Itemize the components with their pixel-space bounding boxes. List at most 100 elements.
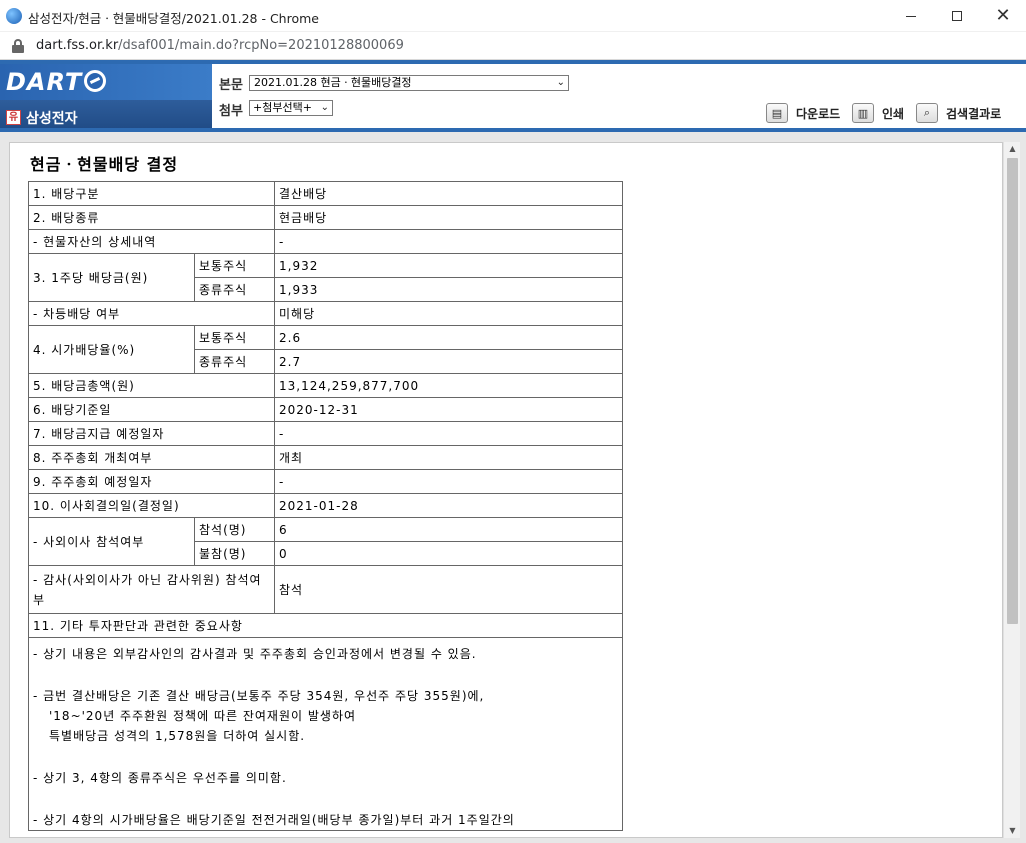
note-line: - 상기 3, 4항의 종류주식은 우선주를 의미함. bbox=[33, 771, 287, 785]
row-value: 2.6 bbox=[274, 325, 623, 350]
row-value: 2.7 bbox=[274, 349, 623, 374]
row-value: 13,124,259,877,700 bbox=[274, 373, 623, 398]
scroll-down-icon[interactable]: ▼ bbox=[1004, 824, 1021, 838]
note-line: '18~'20년 주주환원 정책에 따른 잔여재원이 발생하여 bbox=[49, 709, 357, 723]
table-row: 6. 배당기준일 2020-12-31 bbox=[28, 397, 623, 422]
row-label: - 감사(사외이사가 아닌 감사위원) 참석여부 bbox=[28, 565, 275, 614]
row-label: - 사외이사 참석여부 bbox=[28, 517, 195, 566]
row-label: 11. 기타 투자판단과 관련한 중요사항 bbox=[28, 613, 623, 638]
back-to-search-label: 검색결과로 bbox=[946, 106, 1002, 121]
attachment-select-value: +첨부선택+ bbox=[253, 101, 312, 114]
download-button[interactable]: ▤ 다운로드 bbox=[766, 102, 840, 124]
table-row: - 감사(사외이사가 아닌 감사위원) 참석여부 참석 bbox=[28, 565, 623, 614]
row-sublabel: 보통주식 bbox=[194, 253, 275, 278]
row-label: - 차등배당 여부 bbox=[28, 301, 275, 326]
row-value: 미해당 bbox=[274, 301, 623, 326]
table-row: 2. 배당종류 현금배당 bbox=[28, 205, 623, 230]
table-row: 3. 1주당 배당금(원) 보통주식 1,932 bbox=[28, 253, 623, 302]
minimize-icon bbox=[906, 15, 916, 17]
market-badge: 유 bbox=[6, 110, 21, 125]
table-row: - 차등배당 여부 미해당 bbox=[28, 301, 623, 326]
row-label: 8. 주주총회 개최여부 bbox=[28, 445, 275, 470]
dart-logo-text: DART bbox=[6, 68, 83, 96]
row-value: 1,932 bbox=[274, 253, 623, 278]
chevron-down-icon: ⌄ bbox=[320, 102, 329, 113]
table-row: 4. 시가배당율(%) 보통주식 2.6 bbox=[28, 325, 623, 374]
row-value: 2021-01-28 bbox=[274, 493, 623, 518]
download-icon: ▤ bbox=[766, 103, 788, 123]
table-row: - 사외이사 참석여부 참석(명) 6 bbox=[28, 517, 623, 566]
note-line: - 상기 내용은 외부감사인의 감사결과 및 주주총회 승인과정에서 변경될 수… bbox=[33, 647, 477, 661]
row-value: 1,933 bbox=[274, 277, 623, 302]
dart-logo[interactable]: DART bbox=[0, 64, 212, 100]
table-row: 5. 배당금총액(원) 13,124,259,877,700 bbox=[28, 373, 623, 398]
attachment-label: 첨부 bbox=[219, 104, 243, 119]
dividend-table: 1. 배당구분 결산배당 2. 배당종류 현금배당 - 현물자산의 상세내역 -… bbox=[28, 181, 623, 831]
row-sublabel: 종류주식 bbox=[194, 349, 275, 374]
row-label: 2. 배당종류 bbox=[28, 205, 275, 230]
notes-cell: - 상기 내용은 외부감사인의 감사결과 및 주주총회 승인과정에서 변경될 수… bbox=[28, 637, 623, 831]
download-label: 다운로드 bbox=[796, 106, 841, 121]
company-name: 삼성전자 bbox=[26, 111, 78, 127]
scrollbar-thumb[interactable] bbox=[1007, 158, 1018, 624]
row-value: 6 bbox=[274, 517, 623, 542]
row-value: 현금배당 bbox=[274, 205, 623, 230]
close-icon: ✕ bbox=[995, 5, 1011, 26]
address-bar[interactable]: dart.fss.or.kr/dsaf001/main.do?rcpNo=202… bbox=[0, 32, 1026, 60]
print-button[interactable]: ▥ 인쇄 bbox=[852, 102, 904, 124]
main-doc-label: 본문 bbox=[219, 78, 243, 93]
vertical-scrollbar[interactable]: ▲ ▼ bbox=[1003, 142, 1020, 838]
scroll-up-icon[interactable]: ▲ bbox=[1004, 142, 1021, 156]
row-value: 0 bbox=[274, 541, 623, 566]
back-to-search-button[interactable]: ⌕ 검색결과로 bbox=[916, 102, 1001, 124]
dart-logo-mark-icon bbox=[84, 70, 106, 92]
minimize-button[interactable] bbox=[888, 0, 934, 32]
row-value: 2020-12-31 bbox=[274, 397, 623, 422]
table-row: 9. 주주총회 예정일자 - bbox=[28, 469, 623, 494]
row-value: - bbox=[274, 421, 623, 446]
window-title: 삼성전자/현금ㆍ현물배당결정/2021.01.28 - Chrome bbox=[28, 11, 319, 26]
url-text[interactable]: dart.fss.or.kr/dsaf001/main.do?rcpNo=202… bbox=[36, 38, 404, 53]
table-row: 11. 기타 투자판단과 관련한 중요사항 bbox=[28, 613, 623, 638]
row-label: 4. 시가배당율(%) bbox=[28, 325, 195, 374]
main-doc-select-value: 2021.01.28 현금ㆍ현물배당결정 bbox=[254, 76, 412, 89]
row-value: - bbox=[274, 469, 623, 494]
row-sublabel: 종류주식 bbox=[194, 277, 275, 302]
row-label: 1. 배당구분 bbox=[28, 181, 275, 206]
dart-header: DART 유 삼성전자 본문 2021.01.28 현금ㆍ현물배당결정 ⌄ 첨부… bbox=[0, 60, 1026, 132]
url-host: dart.fss.or.kr bbox=[36, 38, 119, 53]
dart-app-icon bbox=[6, 8, 22, 24]
print-label: 인쇄 bbox=[882, 106, 905, 121]
row-value: 결산배당 bbox=[274, 181, 623, 206]
row-value: - bbox=[274, 229, 623, 254]
lock-icon bbox=[12, 39, 24, 53]
row-label: 3. 1주당 배당금(원) bbox=[28, 253, 195, 302]
note-line: - 금번 결산배당은 기존 결산 배당금(보통주 주당 354원, 우선주 주당… bbox=[33, 689, 485, 703]
magnifier-icon: ⌕ bbox=[916, 103, 938, 123]
table-row: 8. 주주총회 개최여부 개최 bbox=[28, 445, 623, 470]
maximize-icon bbox=[952, 11, 962, 21]
chevron-down-icon: ⌄ bbox=[556, 77, 565, 88]
row-label: 5. 배당금총액(원) bbox=[28, 373, 275, 398]
row-label: 9. 주주총회 예정일자 bbox=[28, 469, 275, 494]
printer-icon: ▥ bbox=[852, 103, 874, 123]
row-sublabel: 보통주식 bbox=[194, 325, 275, 350]
document-viewer: 현금ㆍ현물배당 결정 1. 배당구분 결산배당 2. 배당종류 현금배당 - 현… bbox=[9, 142, 1003, 838]
maximize-button[interactable] bbox=[934, 0, 980, 32]
row-label: - 현물자산의 상세내역 bbox=[28, 229, 275, 254]
main-doc-select[interactable]: 2021.01.28 현금ㆍ현물배당결정 ⌄ bbox=[249, 75, 569, 91]
url-path: /dsaf001/main.do?rcpNo=20210128800069 bbox=[118, 38, 404, 53]
note-line: 특별배당금 성격의 1,578원을 더하여 실시함. bbox=[49, 729, 306, 743]
row-value: 개최 bbox=[274, 445, 623, 470]
document-title: 현금ㆍ현물배당 결정 bbox=[30, 155, 179, 174]
row-sublabel: 불참(명) bbox=[194, 541, 275, 566]
row-label: 6. 배당기준일 bbox=[28, 397, 275, 422]
close-button[interactable]: ✕ bbox=[980, 0, 1026, 32]
table-row: 10. 이사회결의일(결정일) 2021-01-28 bbox=[28, 493, 623, 518]
row-value: 참석 bbox=[274, 565, 623, 614]
row-label: 7. 배당금지급 예정일자 bbox=[28, 421, 275, 446]
row-sublabel: 참석(명) bbox=[194, 517, 275, 542]
attachment-select[interactable]: +첨부선택+ ⌄ bbox=[249, 100, 333, 116]
table-row: - 현물자산의 상세내역 - bbox=[28, 229, 623, 254]
row-label: 10. 이사회결의일(결정일) bbox=[28, 493, 275, 518]
